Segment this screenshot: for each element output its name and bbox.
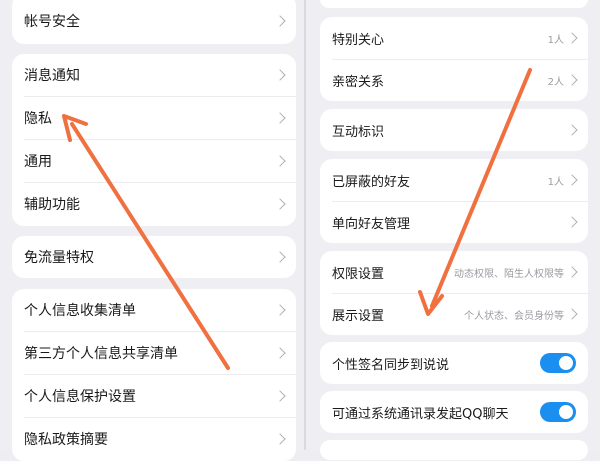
privacy-summary-label: 隐私政策摘要: [24, 432, 108, 448]
free-data-item[interactable]: 免流量特权: [12, 236, 296, 278]
general-settings-card: 消息通知 隐私 通用 辅助功能: [12, 54, 296, 226]
account-security-item[interactable]: 帐号安全: [12, 0, 296, 44]
chevron-right-icon: [274, 347, 286, 359]
info-collection-label: 个人信息收集清单: [24, 303, 136, 319]
notifications-label: 消息通知: [24, 68, 80, 84]
close-relations-item[interactable]: 亲密关系 2人: [320, 59, 588, 101]
personal-info-card: 个人信息收集清单 第三方个人信息共享清单 个人信息保护设置 隐私政策摘要: [12, 289, 296, 461]
chevron-right-icon: [274, 198, 286, 210]
accessibility-label: 辅助功能: [24, 197, 80, 213]
chevron-right-icon: [566, 74, 578, 86]
chevron-right-icon: [274, 433, 286, 445]
permission-settings-label: 权限设置: [332, 266, 385, 282]
display-settings-item[interactable]: 展示设置 个人状态、会员身份等: [320, 293, 588, 335]
free-data-card: 免流量特权: [12, 236, 296, 278]
toggle-knob: [559, 356, 573, 370]
special-care-value: 1人: [547, 34, 564, 46]
one-way-friends-item[interactable]: 单向好友管理: [320, 201, 588, 243]
one-way-friends-label: 单向好友管理: [332, 216, 411, 232]
sync-signature-toggle[interactable]: [540, 353, 576, 373]
special-care-item[interactable]: 特别关心 1人: [320, 17, 588, 59]
settings-left-pane: 帐号安全 消息通知 隐私 通用 辅助功能 免流量特权 个人信息收集清单 第三方个…: [0, 0, 306, 461]
sync-signature-item: 个性签名同步到说说: [320, 342, 588, 384]
notifications-item[interactable]: 消息通知: [12, 54, 296, 96]
account-card: 帐号安全: [12, 0, 296, 44]
chevron-right-icon: [566, 124, 578, 136]
blocked-friends-value: 1人: [547, 176, 564, 188]
interaction-card: 互动标识: [320, 109, 588, 151]
interaction-badges-label: 互动标识: [332, 124, 385, 140]
close-relations-value: 2人: [547, 76, 564, 88]
info-collection-item[interactable]: 个人信息收集清单: [12, 289, 296, 331]
general-item[interactable]: 通用: [12, 140, 296, 182]
chevron-right-icon: [566, 266, 578, 278]
chevron-right-icon: [274, 251, 286, 263]
relations-card: 特别关心 1人 亲密关系 2人: [320, 17, 588, 101]
chevron-right-icon: [566, 308, 578, 320]
contacts-call-item: 可通过系统通讯录发起QQ聊天: [320, 391, 588, 433]
third-party-sharing-item[interactable]: 第三方个人信息共享清单: [12, 332, 296, 374]
display-settings-value: 个人状态、会员身份等: [464, 310, 564, 322]
contacts-call-label: 可通过系统通讯录发起QQ聊天: [332, 406, 509, 422]
display-settings-label: 展示设置: [332, 308, 385, 324]
chevron-right-icon: [274, 112, 286, 124]
third-party-sharing-label: 第三方个人信息共享清单: [24, 346, 178, 362]
settings-card: 权限设置 动态权限、陌生人权限等 展示设置 个人状态、会员身份等: [320, 251, 588, 335]
sync-signature-label: 个性签名同步到说说: [332, 357, 450, 373]
close-relations-label: 亲密关系: [332, 74, 385, 90]
privacy-item[interactable]: 隐私: [12, 97, 296, 139]
chevron-right-icon: [274, 155, 286, 167]
permission-settings-value: 动态权限、陌生人权限等: [454, 268, 564, 280]
friends-card: 已屏蔽的好友 1人 单向好友管理: [320, 159, 588, 243]
bottom-partial-card: [320, 440, 588, 460]
blocked-friends-item[interactable]: 已屏蔽的好友 1人: [320, 159, 588, 201]
contacts-call-toggle[interactable]: [540, 402, 576, 422]
chevron-right-icon: [566, 174, 578, 186]
free-data-label: 免流量特权: [24, 250, 94, 266]
privacy-label: 隐私: [24, 111, 52, 127]
account-security-label: 帐号安全: [24, 14, 80, 30]
chevron-right-icon: [274, 15, 286, 27]
special-care-label: 特别关心: [332, 32, 385, 48]
general-label: 通用: [24, 154, 52, 170]
top-partial-card: [320, 0, 588, 8]
chevron-right-icon: [274, 390, 286, 402]
signature-sync-card: 个性签名同步到说说: [320, 342, 588, 384]
chevron-right-icon: [566, 216, 578, 228]
toggle-knob: [559, 405, 573, 419]
chevron-right-icon: [274, 69, 286, 81]
contacts-call-card: 可通过系统通讯录发起QQ聊天: [320, 391, 588, 433]
info-protection-item[interactable]: 个人信息保护设置: [12, 375, 296, 417]
accessibility-item[interactable]: 辅助功能: [12, 183, 296, 225]
permission-settings-item[interactable]: 权限设置 动态权限、陌生人权限等: [320, 251, 588, 293]
blocked-friends-label: 已屏蔽的好友: [332, 174, 411, 190]
interaction-badges-item[interactable]: 互动标识: [320, 109, 588, 151]
chevron-right-icon: [274, 304, 286, 316]
privacy-settings-pane: 特别关心 1人 亲密关系 2人 互动标识 已屏蔽的好友 1人 单向好友管理 权限…: [306, 0, 600, 460]
privacy-summary-item[interactable]: 隐私政策摘要: [12, 418, 296, 460]
info-protection-label: 个人信息保护设置: [24, 389, 136, 405]
chevron-right-icon: [566, 32, 578, 44]
